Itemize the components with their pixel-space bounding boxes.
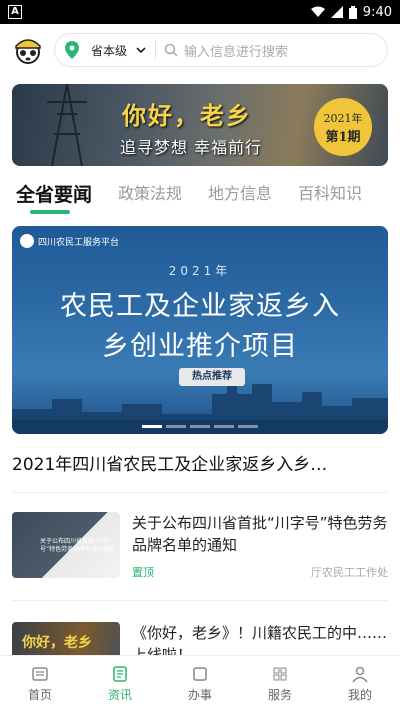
badge-year: 2021年 (323, 111, 363, 125)
grid-icon (273, 667, 287, 680)
wifi-icon (310, 6, 325, 17)
nav-label: 服务 (267, 687, 292, 702)
carousel-dot[interactable] (142, 425, 162, 428)
issue-badge: 2021年 第1期 (314, 98, 372, 156)
news-body: 关于公布四川省首批“川字号”特色劳务品牌名单的通知 置顶 厅农民工工作处 (132, 512, 388, 580)
carousel-dot[interactable] (214, 425, 234, 428)
carousel-dot[interactable] (166, 425, 186, 428)
hot-tag: 热点推荐 (179, 368, 245, 386)
nav-label: 首页 (27, 687, 52, 702)
nav-grid[interactable]: 服务 (240, 656, 320, 711)
news-title: 关于公布四川省首批“川字号”特色劳务品牌名单的通知 (132, 514, 388, 554)
active-tab-indicator (30, 210, 70, 214)
power-tower-image (47, 84, 87, 166)
clock: 9:40 (362, 4, 392, 20)
service-icon (193, 666, 207, 681)
feature-year: 2021年 (168, 264, 232, 278)
feature-carousel[interactable]: 四川农民工服务平台 2021年 农民工及企业家返乡入 乡创业推介项目 热点推荐 (12, 226, 388, 434)
tab-local-info[interactable]: 地方信息 (208, 180, 272, 214)
notification-icon: A (8, 5, 22, 19)
divider (12, 492, 388, 493)
search-icon (164, 43, 178, 57)
search-bar[interactable]: 省本级 输入信息进行搜索 (54, 33, 388, 67)
search-input[interactable]: 输入信息进行搜索 (184, 41, 288, 60)
nav-home[interactable]: 首页 (0, 656, 80, 711)
status-bar: A 9:40 (0, 0, 400, 24)
thumb-caption: 你好，老乡 (22, 635, 92, 651)
divider (12, 600, 388, 601)
banner-title: 你好，老乡 (122, 101, 252, 130)
city-skyline-image (12, 374, 388, 434)
nav-service[interactable]: 办事 (160, 656, 240, 711)
news-source: 厅农民工工作处 (311, 566, 388, 579)
tab-encyclopedia[interactable]: 百科知识 (298, 180, 362, 214)
feature-headline-line2: 乡创业推介项目 (102, 331, 298, 362)
carousel-dot[interactable] (190, 425, 210, 428)
brand-name: 四川农民工服务平台 (38, 237, 120, 248)
location-pin-icon (65, 41, 79, 59)
home-icon (32, 666, 48, 681)
thumb-caption: 关于公布四川省首批“川字号”特色劳务品牌名单的通知 (40, 538, 116, 553)
news-icon (113, 665, 127, 682)
category-tabs: 全省要闻 政策法规 地方信息 百科知识 (16, 180, 400, 214)
platform-brand: 四川农民工服务平台 (20, 234, 119, 248)
nav-label: 办事 (187, 687, 212, 702)
feature-headline-line1: 农民工及企业家返乡入 (60, 291, 340, 322)
region-selector[interactable]: 省本级 (91, 42, 127, 59)
nav-label: 资讯 (107, 687, 132, 702)
app-logo-icon[interactable] (12, 34, 44, 66)
carousel-dot[interactable] (238, 425, 258, 428)
nav-label: 我的 (347, 687, 372, 702)
top-bar: 省本级 输入信息进行搜索 (12, 32, 388, 68)
promo-banner[interactable]: 你好，老乡 追寻梦想 幸福前行 2021年 第1期 (12, 84, 388, 166)
brand-logo-icon (20, 234, 34, 248)
battery-icon (348, 5, 357, 19)
bottom-nav: 首页 资讯 办事 服务 我的 (0, 655, 400, 711)
news-item[interactable]: 关于公布四川省首批“川字号”特色劳务品牌名单的通知 关于公布四川省首批“川字号”… (12, 512, 388, 580)
pinned-badge: 置顶 (132, 566, 154, 579)
banner-subtitle: 追寻梦想 幸福前行 (120, 138, 263, 157)
nav-news[interactable]: 资讯 (80, 656, 160, 711)
news-thumbnail: 关于公布四川省首批“川字号”特色劳务品牌名单的通知 (12, 512, 120, 578)
carousel-indicator (12, 425, 388, 428)
badge-issue: 第1期 (325, 129, 361, 145)
tab-province-news[interactable]: 全省要闻 (16, 180, 92, 214)
tab-policy[interactable]: 政策法规 (118, 180, 182, 214)
news-meta: 置顶 厅农民工工作处 (132, 564, 388, 580)
user-icon (352, 666, 368, 682)
chevron-down-icon[interactable] (135, 44, 147, 56)
signal-icon (330, 6, 343, 18)
nav-profile[interactable]: 我的 (320, 656, 400, 711)
search-divider (155, 41, 157, 59)
feature-caption[interactable]: 2021年四川省农民工及企业家返乡入乡… (12, 450, 388, 475)
